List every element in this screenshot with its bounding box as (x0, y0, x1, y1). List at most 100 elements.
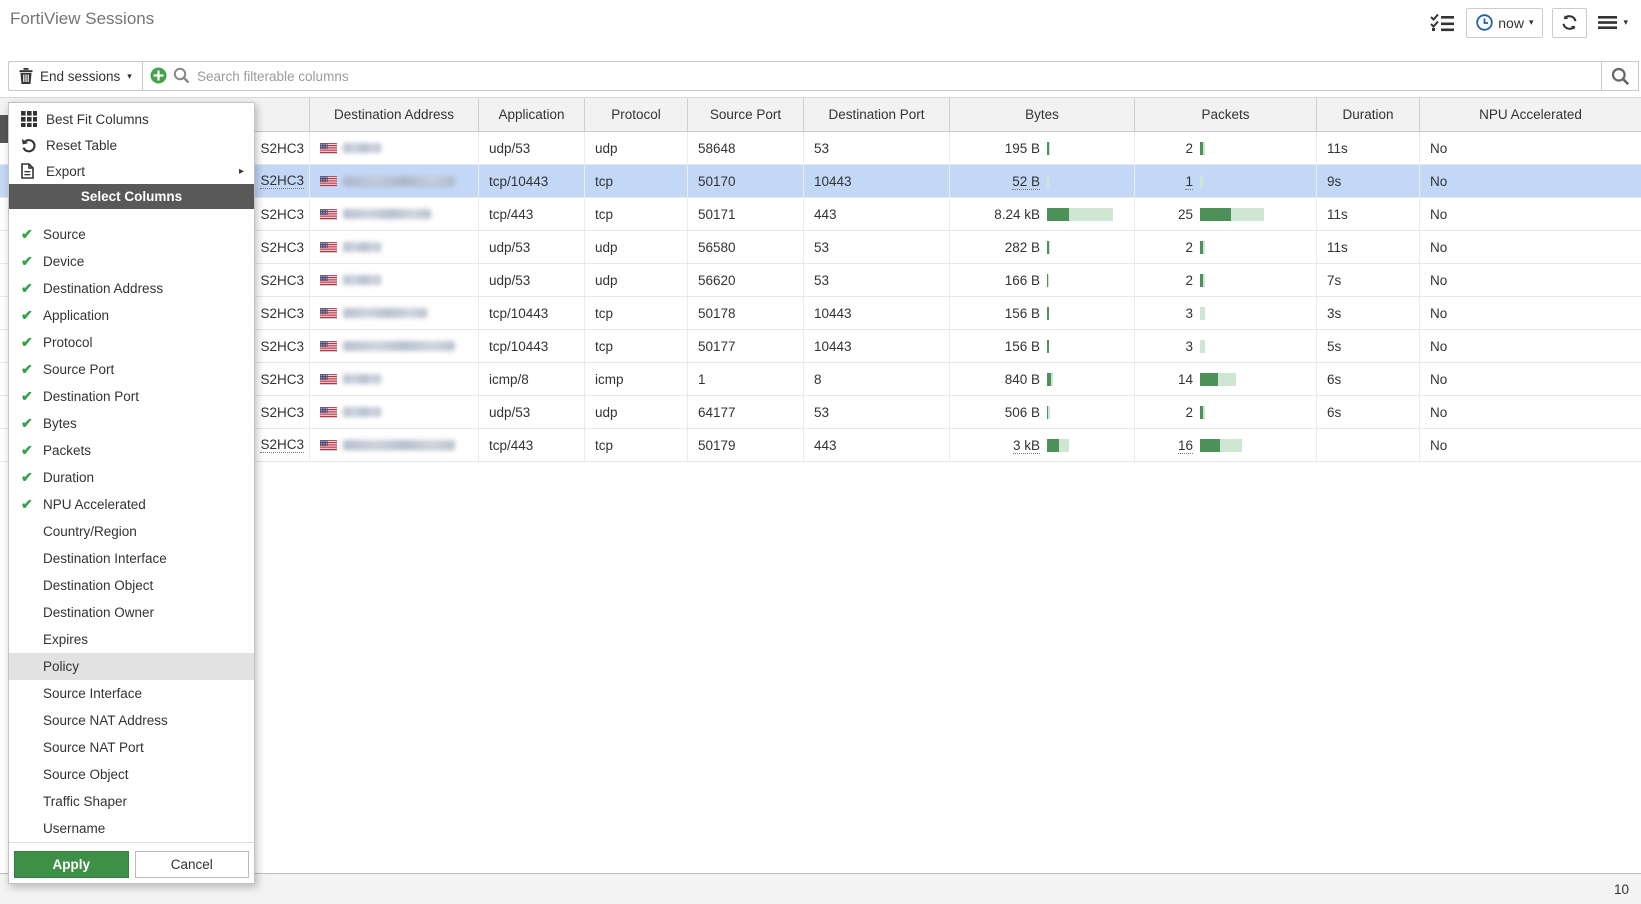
cell-bytes[interactable]: 156 B (950, 297, 1135, 329)
cell-bytes[interactable]: 52 B (950, 165, 1135, 197)
cell-source-port[interactable]: 64177 (688, 396, 804, 428)
apply-button[interactable]: Apply (14, 851, 129, 878)
menu-column-source-nat-address[interactable]: Source NAT Address (9, 707, 254, 734)
cell-source-port[interactable]: 1 (688, 363, 804, 395)
cell-bytes[interactable]: 8.24 kB (950, 198, 1135, 230)
cell-protocol[interactable]: udp (585, 132, 688, 164)
menu-column-destination-interface[interactable]: Destination Interface (9, 545, 254, 572)
cell-protocol[interactable]: tcp (585, 165, 688, 197)
cell-npu-accelerated[interactable]: No (1420, 429, 1641, 461)
cell-destination-address[interactable] (310, 231, 479, 263)
refresh-button[interactable] (1552, 8, 1587, 38)
cell-destination-address[interactable] (310, 132, 479, 164)
time-range-button[interactable]: now ▾ (1466, 8, 1543, 38)
menu-column-source-object[interactable]: Source Object (9, 761, 254, 788)
column-header-source-port[interactable]: Source Port (688, 98, 804, 131)
cell-destination-port[interactable]: 8 (804, 363, 950, 395)
filter-search-input[interactable] (142, 61, 1601, 91)
cell-packets[interactable]: 3 (1135, 330, 1317, 362)
menu-column-country-region[interactable]: Country/Region (9, 518, 254, 545)
menu-column-expires[interactable]: Expires (9, 626, 254, 653)
column-header-packets[interactable]: Packets (1135, 98, 1317, 131)
cell-destination-address[interactable] (310, 363, 479, 395)
column-header-npu-accelerated[interactable]: NPU Accelerated (1420, 98, 1641, 131)
menu-column-destination-owner[interactable]: Destination Owner (9, 599, 254, 626)
cell-protocol[interactable]: udp (585, 264, 688, 296)
cell-duration[interactable]: 11s (1317, 231, 1420, 263)
cell-destination-address[interactable] (310, 264, 479, 296)
menu-column-policy[interactable]: Policy (9, 653, 254, 680)
menu-column-source-interface[interactable]: Source Interface (9, 680, 254, 707)
cell-application[interactable]: tcp/10443 (479, 297, 585, 329)
cell-duration[interactable]: 7s (1317, 264, 1420, 296)
cell-bytes[interactable]: 282 B (950, 231, 1135, 263)
cell-duration[interactable]: 11s (1317, 198, 1420, 230)
menu-column-source-nat-port[interactable]: Source NAT Port (9, 734, 254, 761)
menu-column-username[interactable]: Username (9, 815, 254, 842)
cell-packets[interactable]: 25 (1135, 198, 1317, 230)
cell-destination-port[interactable]: 53 (804, 396, 950, 428)
menu-column-source[interactable]: ✔Source (9, 221, 254, 248)
cell-npu-accelerated[interactable]: No (1420, 198, 1641, 230)
menu-column-traffic-shaper[interactable]: Traffic Shaper (9, 788, 254, 815)
column-header-destination-port[interactable]: Destination Port (804, 98, 950, 131)
cell-npu-accelerated[interactable]: No (1420, 264, 1641, 296)
cell-npu-accelerated[interactable]: No (1420, 132, 1641, 164)
cell-protocol[interactable]: icmp (585, 363, 688, 395)
cell-application[interactable]: udp/53 (479, 132, 585, 164)
menu-column-destination-object[interactable]: Destination Object (9, 572, 254, 599)
cell-source-port[interactable]: 50170 (688, 165, 804, 197)
menu-action-reset-table[interactable]: Reset Table (9, 132, 254, 158)
cell-source-port[interactable]: 50178 (688, 297, 804, 329)
cell-duration[interactable]: 5s (1317, 330, 1420, 362)
cell-packets[interactable]: 2 (1135, 396, 1317, 428)
cell-destination-address[interactable] (310, 330, 479, 362)
cell-destination-port[interactable]: 10443 (804, 165, 950, 197)
cell-protocol[interactable]: tcp (585, 429, 688, 461)
cell-npu-accelerated[interactable]: No (1420, 330, 1641, 362)
cell-source-port[interactable]: 50177 (688, 330, 804, 362)
cell-bytes[interactable]: 3 kB (950, 429, 1135, 461)
cell-packets[interactable]: 3 (1135, 297, 1317, 329)
cell-protocol[interactable]: udp (585, 396, 688, 428)
cell-packets[interactable]: 14 (1135, 363, 1317, 395)
cell-npu-accelerated[interactable]: No (1420, 297, 1641, 329)
column-header-bytes[interactable]: Bytes (950, 98, 1135, 131)
cell-destination-address[interactable] (310, 297, 479, 329)
cell-packets[interactable]: 2 (1135, 231, 1317, 263)
cell-destination-port[interactable]: 443 (804, 198, 950, 230)
cell-destination-port[interactable]: 53 (804, 132, 950, 164)
cell-source-port[interactable]: 50171 (688, 198, 804, 230)
cell-packets[interactable]: 2 (1135, 132, 1317, 164)
cell-destination-port[interactable]: 53 (804, 264, 950, 296)
cell-bytes[interactable]: 156 B (950, 330, 1135, 362)
add-filter-icon[interactable] (150, 67, 167, 84)
cell-application[interactable]: udp/53 (479, 264, 585, 296)
column-header-destination-address[interactable]: Destination Address (310, 98, 479, 131)
cell-protocol[interactable]: tcp (585, 330, 688, 362)
cell-npu-accelerated[interactable]: No (1420, 363, 1641, 395)
cell-duration[interactable]: 6s (1317, 396, 1420, 428)
cell-destination-address[interactable] (310, 396, 479, 428)
cell-destination-port[interactable]: 10443 (804, 297, 950, 329)
cell-packets[interactable]: 2 (1135, 264, 1317, 296)
menu-column-source-port[interactable]: ✔Source Port (9, 356, 254, 383)
cell-packets[interactable]: 1 (1135, 165, 1317, 197)
cell-packets[interactable]: 16 (1135, 429, 1317, 461)
cell-bytes[interactable]: 506 B (950, 396, 1135, 428)
column-header-application[interactable]: Application (479, 98, 585, 131)
menu-column-protocol[interactable]: ✔Protocol (9, 329, 254, 356)
cell-application[interactable]: udp/53 (479, 396, 585, 428)
cell-application[interactable]: tcp/10443 (479, 330, 585, 362)
cell-source-port[interactable]: 56580 (688, 231, 804, 263)
cell-protocol[interactable]: udp (585, 231, 688, 263)
cell-destination-address[interactable] (310, 165, 479, 197)
menu-column-bytes[interactable]: ✔Bytes (9, 410, 254, 437)
cell-npu-accelerated[interactable]: No (1420, 396, 1641, 428)
menu-column-npu-accelerated[interactable]: ✔NPU Accelerated (9, 491, 254, 518)
cell-destination-port[interactable]: 443 (804, 429, 950, 461)
cancel-button[interactable]: Cancel (135, 851, 250, 878)
cell-application[interactable]: tcp/10443 (479, 165, 585, 197)
menu-column-application[interactable]: ✔Application (9, 302, 254, 329)
cell-application[interactable]: tcp/443 (479, 198, 585, 230)
